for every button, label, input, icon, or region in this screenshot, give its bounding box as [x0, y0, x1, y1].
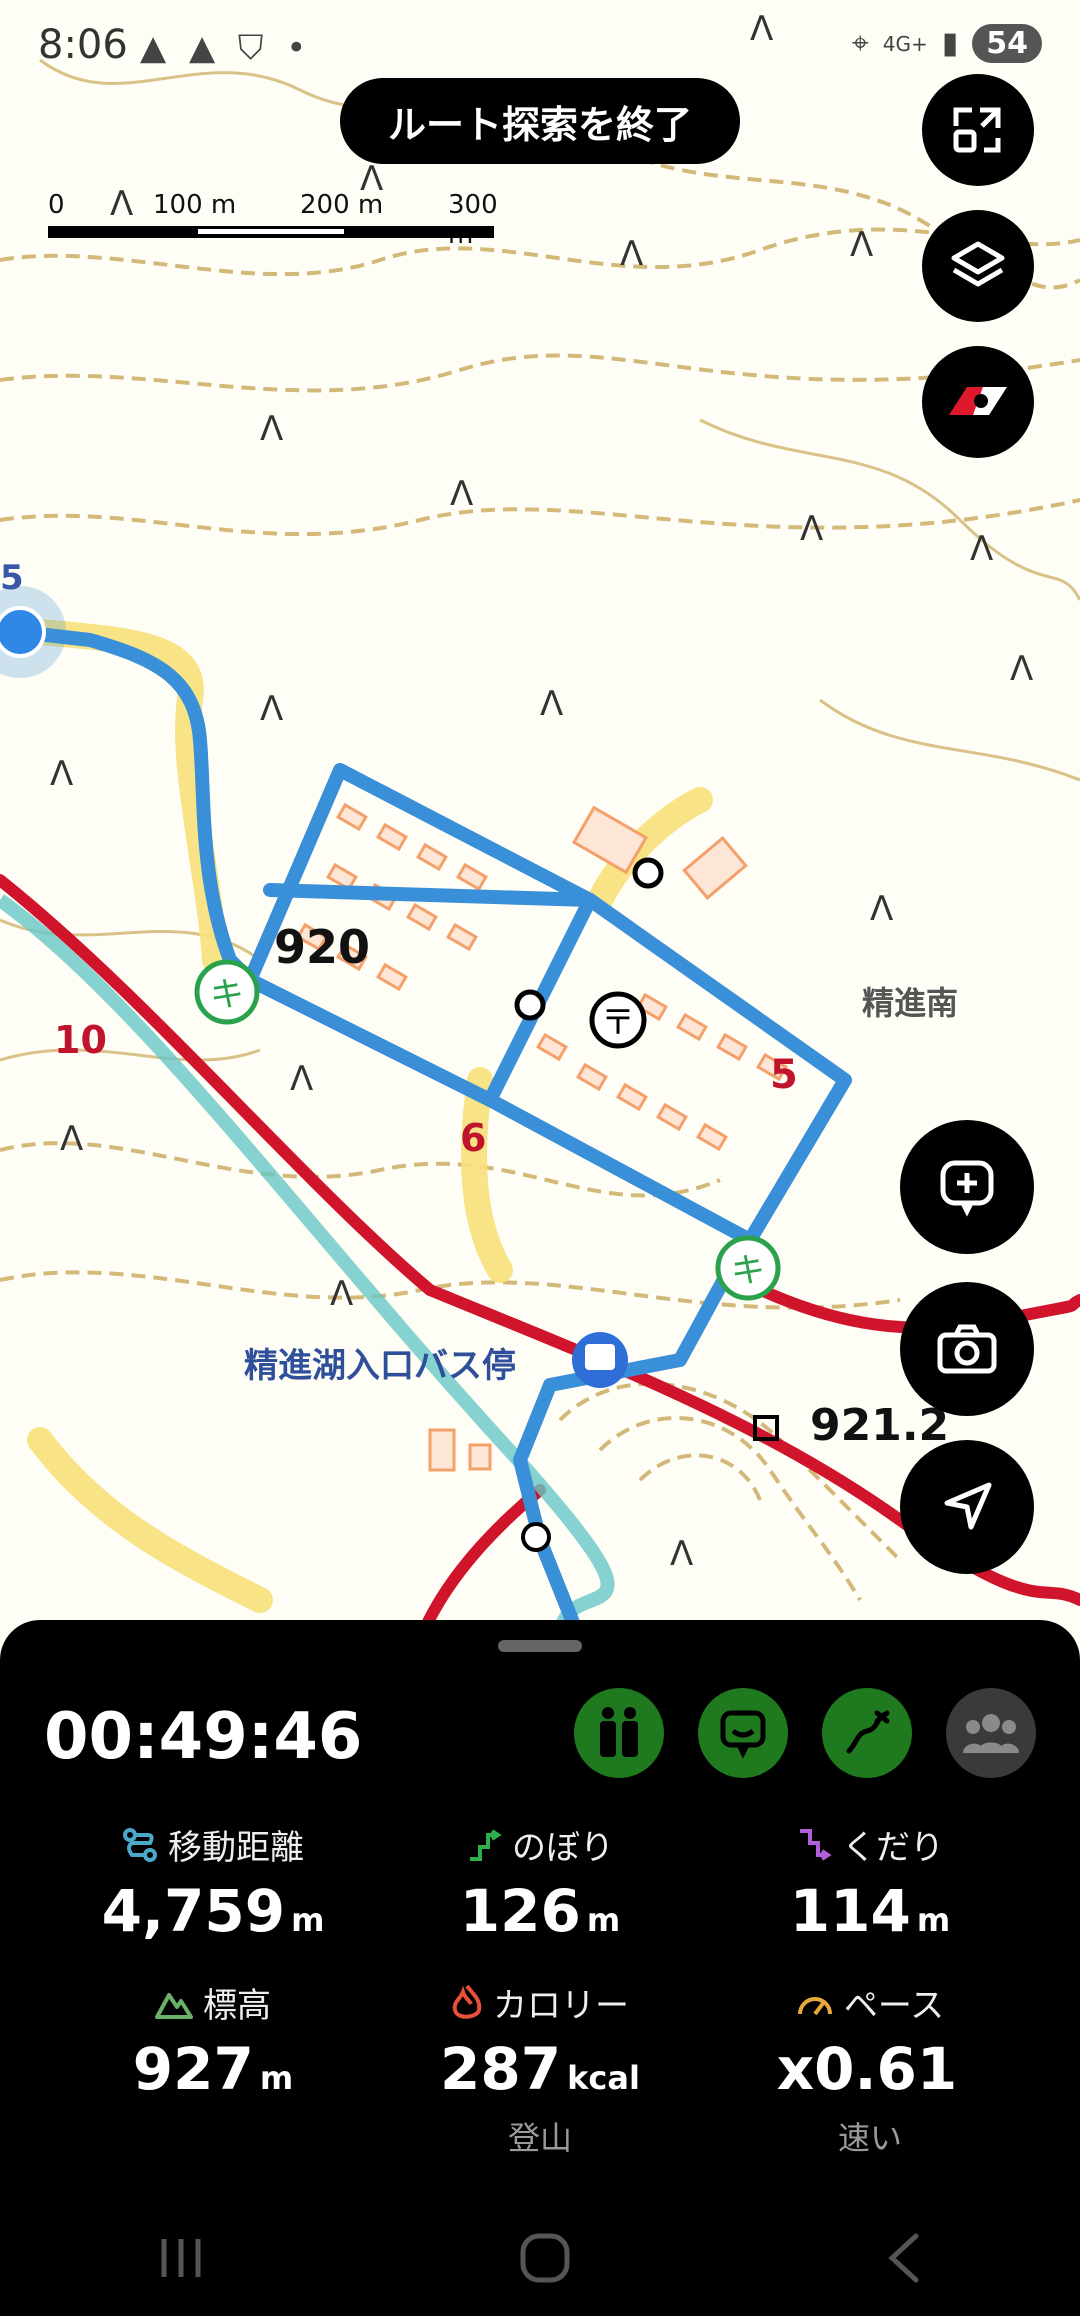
calories-activity: 登山	[507, 2119, 572, 2157]
map-label-elevation-920: 920	[274, 920, 371, 974]
stat-descent: くだり 114 m	[705, 1820, 1035, 1945]
system-nav-bar	[0, 2200, 1080, 2316]
elapsed-timer: 00:49:46	[44, 1700, 363, 1774]
svg-text:Λ: Λ	[290, 1059, 313, 1099]
hiking-mode-button[interactable]	[574, 1688, 664, 1778]
svg-text:〒: 〒	[601, 1003, 635, 1043]
svg-text:Λ: Λ	[850, 225, 873, 265]
svg-text:キ: キ	[210, 975, 244, 1015]
stat-calories: カロリー 287 kcal 登山	[375, 1978, 705, 2159]
network-type: 4G+	[882, 31, 928, 56]
map-label-bus-stop: 精進湖入口バス停	[244, 1346, 516, 1386]
road-number-6: 6	[460, 1116, 487, 1160]
home-icon[interactable]	[519, 2232, 571, 2284]
scale-label-200: 200 m	[300, 190, 384, 220]
descent-icon	[800, 1828, 832, 1861]
svg-text:Λ: Λ	[50, 754, 73, 794]
elevation-value: 927	[132, 2035, 254, 2103]
svg-text:Λ: Λ	[60, 1119, 83, 1159]
group-icon	[963, 1714, 1019, 1753]
svg-text:Λ: Λ	[260, 689, 283, 729]
elevation-unit: m	[259, 2059, 294, 2097]
ascent-value: 126	[459, 1877, 581, 1945]
route-mode-button[interactable]	[822, 1688, 912, 1778]
svg-text:Λ: Λ	[670, 1534, 693, 1574]
end-route-button[interactable]: ルート探索を終了	[340, 78, 740, 164]
svg-text:Λ: Λ	[540, 684, 563, 724]
svg-text:Λ: Λ	[260, 409, 283, 449]
notification-icons: ▲ ▲ ⛉ •	[140, 28, 313, 68]
svg-text:Λ: Λ	[970, 529, 993, 569]
elevation-icon	[155, 1992, 193, 2019]
add-memo-button[interactable]	[900, 1120, 1034, 1254]
camera-button[interactable]	[900, 1282, 1034, 1416]
road-number-5: 5	[770, 1052, 798, 1098]
distance-value: 4,759	[101, 1877, 286, 1945]
map-label-area: 精進南	[862, 984, 959, 1022]
flame-icon	[452, 1984, 482, 2019]
scale-label-0: 0	[48, 190, 65, 220]
scale-label-300: 300 m	[448, 190, 498, 250]
compass-button[interactable]	[922, 346, 1034, 458]
calories-unit: kcal	[567, 2059, 640, 2097]
compass-icon	[949, 387, 1007, 415]
pace-label: ペース	[843, 1986, 945, 2026]
pace-value: x0.61	[776, 2035, 958, 2103]
stat-elevation: 標高 927 m	[48, 1978, 378, 2103]
scale-bar: 0 100 m 200 m 300 m	[48, 190, 498, 250]
svg-text:Λ: Λ	[800, 509, 823, 549]
group-button[interactable]	[946, 1688, 1036, 1778]
memo-mode-icon	[720, 1710, 766, 1759]
layers-icon	[951, 241, 1005, 287]
pace-rating: 速い	[837, 2119, 902, 2157]
distance-unit: m	[291, 1901, 325, 1939]
ascent-label: のぼり	[512, 1828, 614, 1868]
map-label-benchmark: 921.2	[810, 1400, 950, 1451]
battery-level: 54	[972, 24, 1042, 63]
signal-icon: ▮	[941, 26, 959, 61]
camera-icon	[937, 1324, 997, 1374]
stat-distance: 移動距離 4,759 m	[48, 1820, 378, 1945]
drag-handle[interactable]	[498, 1640, 582, 1652]
svg-text:Λ: Λ	[870, 889, 893, 929]
ascent-unit: m	[586, 1901, 621, 1939]
navigate-icon	[944, 1482, 992, 1530]
svg-text:Λ: Λ	[620, 234, 643, 274]
svg-text:Λ: Λ	[1010, 649, 1033, 689]
distance-label: 移動距離	[168, 1828, 304, 1868]
calories-value: 287	[440, 2035, 562, 2103]
svg-text:キ: キ	[731, 1251, 765, 1291]
status-time: 8:06	[38, 22, 128, 68]
calories-label: カロリー	[493, 1986, 629, 2026]
ascent-icon	[470, 1828, 502, 1861]
memo-mode-button[interactable]	[698, 1688, 788, 1778]
recent-apps-icon[interactable]	[156, 2235, 206, 2281]
map-label-marker-5: 5	[0, 558, 24, 598]
distance-icon	[123, 1827, 157, 1862]
add-memo-icon	[940, 1160, 994, 1217]
location-icon: ⌖	[851, 26, 869, 61]
descent-value: 114	[789, 1877, 911, 1945]
road-number-10: 10	[54, 1018, 107, 1062]
hiking-mode-icon	[600, 1707, 638, 1757]
svg-text:Λ: Λ	[450, 474, 473, 514]
stat-pace: ペース x0.61 速い	[705, 1978, 1035, 2159]
collapse-button[interactable]	[922, 74, 1034, 186]
stat-ascent: のぼり 126 m	[375, 1820, 705, 1945]
collapse-icon	[953, 107, 1001, 153]
descent-unit: m	[916, 1901, 951, 1939]
route-mode-icon	[846, 1710, 890, 1754]
elevation-label: 標高	[203, 1986, 271, 2026]
descent-label: くだり	[842, 1828, 944, 1868]
svg-text:Λ: Λ	[330, 1274, 353, 1314]
pace-gauge-icon	[797, 1996, 832, 2015]
back-icon[interactable]	[884, 2232, 924, 2284]
navigate-button[interactable]	[900, 1440, 1034, 1574]
scale-label-100: 100 m	[153, 190, 237, 220]
layers-button[interactable]	[922, 210, 1034, 322]
